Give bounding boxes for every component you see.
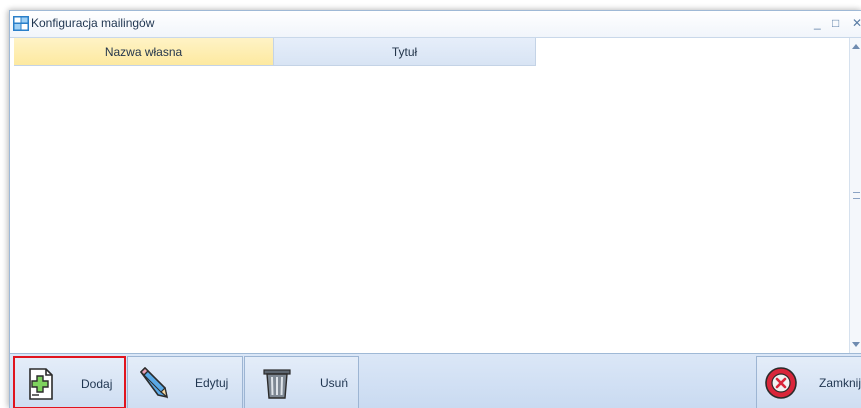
add-button-label: Dodaj — [81, 377, 113, 391]
mailings-grid[interactable]: Nazwa własna Tytuł — [10, 38, 847, 353]
edit-button-label: Edytuj — [195, 376, 229, 390]
mailing-config-window: Konfiguracja mailingów _ □ ✕ Nazwa własn… — [9, 10, 861, 408]
delete-button[interactable]: Usuń — [244, 356, 359, 408]
scroll-down-icon[interactable] — [852, 342, 860, 347]
maximize-button[interactable]: □ — [832, 15, 839, 31]
close-circle-icon — [765, 367, 797, 399]
pencil-icon — [140, 367, 168, 399]
document-add-icon — [29, 368, 53, 400]
column-header-name[interactable]: Nazwa własna — [14, 38, 274, 66]
add-button[interactable]: Dodaj — [13, 356, 126, 408]
column-header-title[interactable]: Tytuł — [274, 38, 536, 66]
window-title: Konfiguracja mailingów — [31, 16, 155, 30]
scroll-thumb[interactable] — [853, 192, 860, 199]
close-button[interactable]: Zamknij — [756, 356, 861, 408]
grid-header: Nazwa własna Tytuł — [14, 38, 536, 66]
close-button-label: Zamknij — [819, 376, 861, 390]
trash-icon — [263, 369, 291, 399]
edit-button[interactable]: Edytuj — [127, 356, 243, 408]
close-window-button[interactable]: ✕ — [852, 15, 861, 31]
vertical-scrollbar[interactable] — [849, 38, 861, 353]
title-bar[interactable]: Konfiguracja mailingów _ □ ✕ — [10, 11, 861, 38]
scroll-up-icon[interactable] — [852, 44, 860, 49]
minimize-button[interactable]: _ — [814, 15, 821, 31]
delete-button-label: Usuń — [320, 376, 349, 390]
mail-config-icon — [13, 16, 29, 31]
bottom-toolbar: Dodaj Edytuj Usuń Zamknij — [10, 353, 861, 408]
